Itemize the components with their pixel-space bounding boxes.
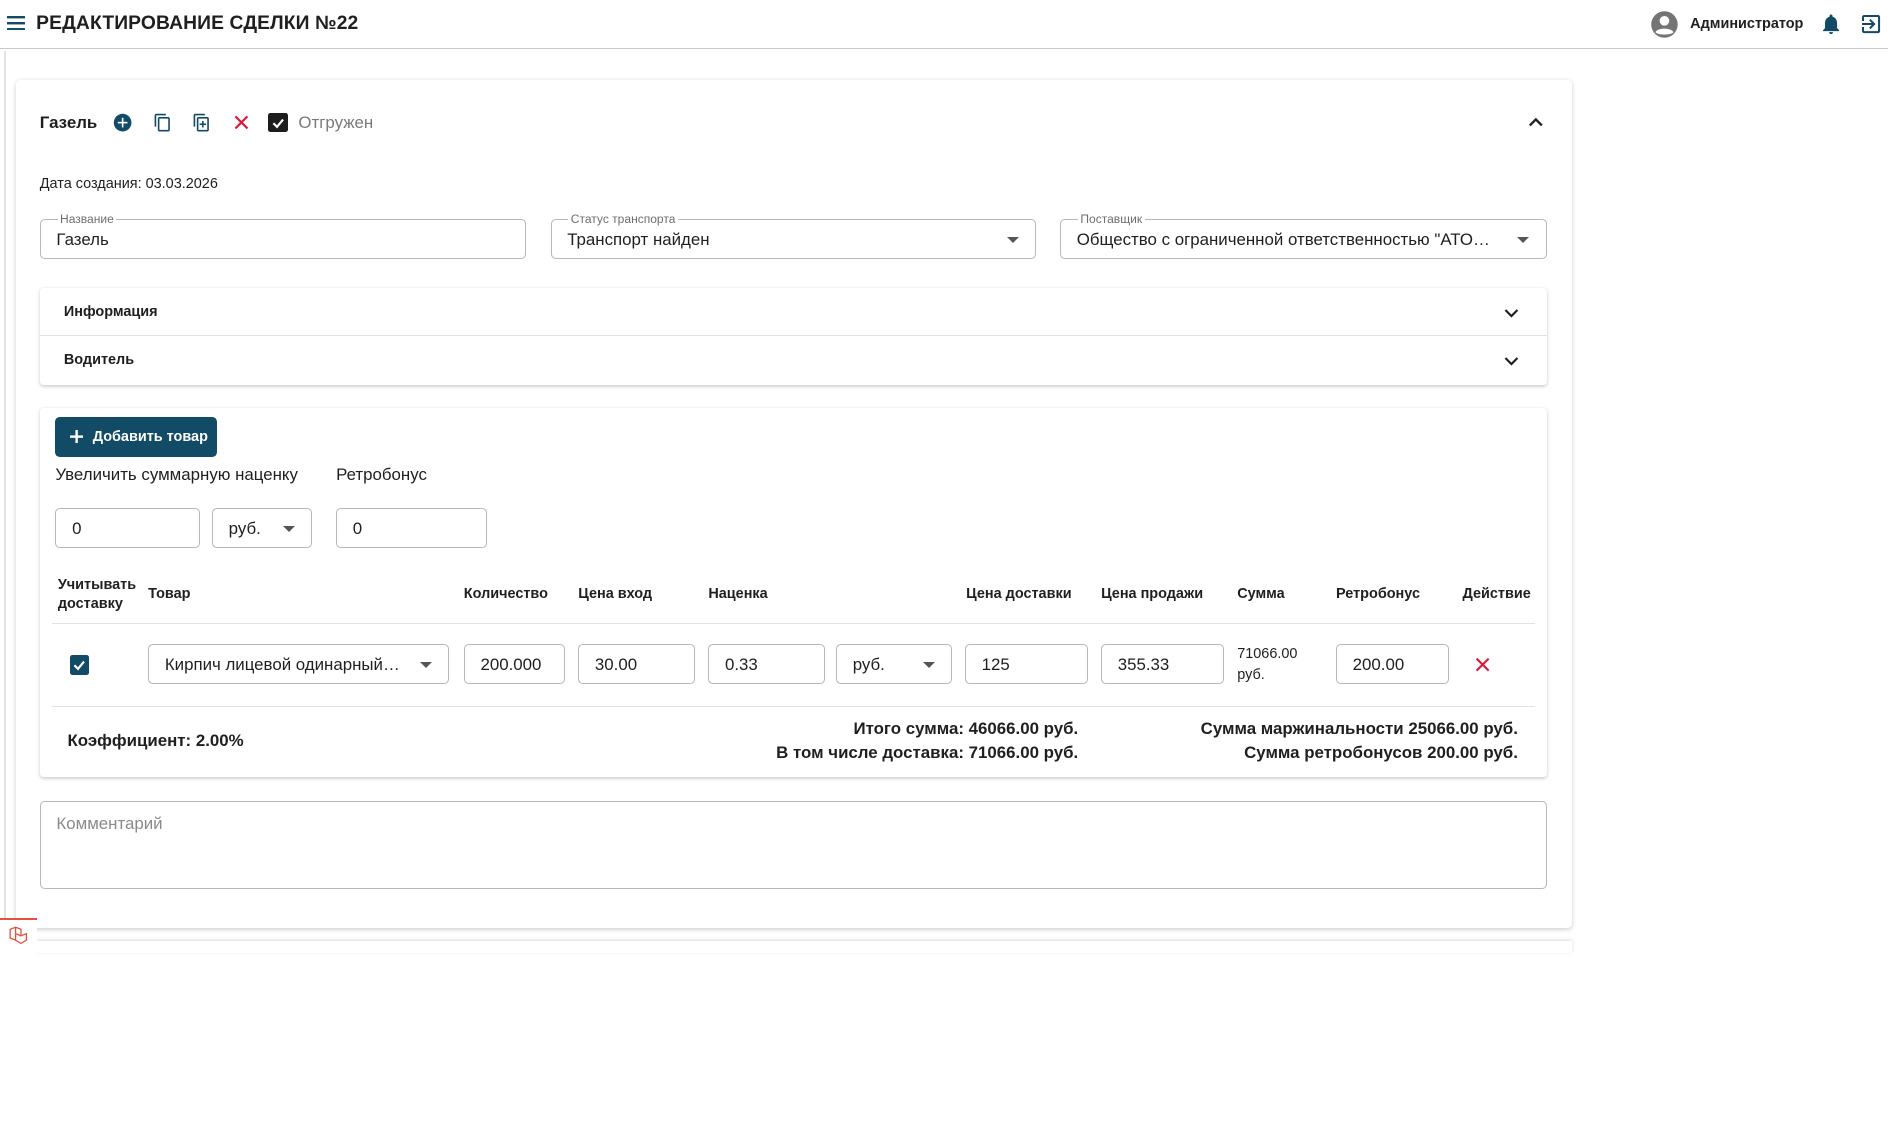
product-value: Кирпич лицевой одинарный М150 bbox=[164, 655, 401, 675]
shipped-checkbox[interactable] bbox=[268, 113, 288, 133]
col-markup: Наценка bbox=[708, 586, 768, 603]
plus-icon bbox=[69, 430, 84, 444]
supplier-select[interactable]: Поставщик Общество с ограниченной ответс… bbox=[1060, 211, 1547, 259]
user-menu[interactable]: Администратор bbox=[1650, 10, 1803, 39]
chevron-up-icon[interactable] bbox=[1525, 111, 1547, 133]
markup-label: Увеличить суммарную наценку bbox=[55, 464, 298, 484]
add-circle-icon[interactable] bbox=[109, 110, 136, 137]
total-sum: Итого сумма: 46066.00 руб. bbox=[853, 719, 1079, 739]
name-field-label: Название bbox=[57, 211, 117, 227]
account-icon bbox=[1651, 10, 1679, 38]
col-price-in: Цена вход bbox=[578, 586, 653, 603]
comment-textarea[interactable]: Комментарий bbox=[39, 801, 1547, 890]
chevron-down-icon bbox=[1505, 308, 1519, 318]
retrobonus-sum: Сумма ретробонусов 200.00 руб. bbox=[1244, 743, 1518, 763]
delete-icon[interactable] bbox=[1473, 655, 1492, 674]
quantity-input[interactable]: 200.000 bbox=[463, 644, 565, 685]
caret-down-icon bbox=[282, 526, 295, 533]
price-in-input[interactable]: 30.00 bbox=[578, 644, 696, 685]
sale-price-input[interactable]: 355.33 bbox=[1101, 644, 1224, 685]
logout-icon[interactable] bbox=[1859, 12, 1883, 36]
markup-unit-value: руб. bbox=[228, 518, 261, 538]
accordion-driver-label: Водитель bbox=[63, 352, 135, 369]
user-name: Администратор bbox=[1690, 16, 1804, 33]
accordion-info[interactable]: Информация bbox=[39, 288, 1547, 337]
goods-panel: Добавить товар Увеличить суммарную нацен… bbox=[39, 408, 1547, 777]
shipment-name: Газель bbox=[39, 112, 98, 132]
row-sum: 71066.00 руб. bbox=[1237, 646, 1298, 683]
transport-status-select[interactable]: Статус транспорта Транспорт найден bbox=[550, 211, 1037, 259]
quantity-value: 200.000 bbox=[480, 655, 542, 675]
menu-icon[interactable] bbox=[7, 15, 26, 31]
add-product-button[interactable]: Добавить товар bbox=[55, 416, 217, 457]
accordion-driver[interactable]: Водитель bbox=[40, 336, 1547, 384]
delivery-price-input[interactable]: 125 bbox=[964, 644, 1088, 685]
left-rule bbox=[3, 50, 7, 945]
comment-placeholder: Комментарий bbox=[56, 814, 163, 834]
table-divider bbox=[51, 705, 1535, 708]
col-sum: Сумма bbox=[1237, 586, 1285, 603]
add-product-label: Добавить товар bbox=[92, 428, 208, 445]
markup-row-input[interactable]: 0.33 bbox=[708, 644, 826, 685]
table-divider bbox=[51, 622, 1535, 624]
delivery-price-value: 125 bbox=[981, 655, 1010, 675]
col-action: Действие bbox=[1462, 586, 1531, 603]
markup-unit-select[interactable]: руб. bbox=[212, 508, 312, 549]
close-icon[interactable] bbox=[229, 110, 256, 137]
transport-status-label: Статус транспорта bbox=[568, 211, 678, 227]
row-retrobonus-input[interactable]: 200.00 bbox=[1336, 644, 1450, 685]
name-field-value: Газель bbox=[56, 229, 109, 249]
shipment-card: Газель Отгружен Дата создания: 03.03.202… bbox=[15, 79, 1573, 928]
price-in-value: 30.00 bbox=[594, 655, 638, 675]
caret-down-icon bbox=[1516, 237, 1529, 244]
transport-status-value: Транспорт найден bbox=[567, 229, 710, 249]
markup-row-unit-select[interactable]: руб. bbox=[836, 644, 952, 685]
markup-row-unit-value: руб. bbox=[852, 655, 885, 675]
coefficient: Коэффициент: 2.00% bbox=[67, 731, 244, 751]
duplicate-icon[interactable] bbox=[189, 110, 216, 137]
sale-price-value: 355.33 bbox=[1117, 655, 1170, 675]
retrobonus-input-value: 0 bbox=[352, 518, 363, 538]
col-retrobonus: Ретробонус bbox=[1336, 586, 1420, 603]
retrobonus-label: Ретробонус bbox=[336, 464, 427, 484]
markup-input[interactable]: 0 bbox=[55, 508, 200, 549]
row-retrobonus-value: 200.00 bbox=[1352, 655, 1405, 675]
delivery-checkbox[interactable] bbox=[69, 655, 90, 675]
delivery-sum: В том числе доставка: 71066.00 руб. bbox=[776, 743, 1079, 763]
created-date: Дата создания: 03.03.2026 bbox=[39, 175, 218, 192]
chevron-down-icon bbox=[1505, 357, 1519, 366]
accordion-info-label: Информация bbox=[63, 303, 158, 320]
page-title: РЕДАКТИРОВАНИЕ СДЕЛКИ №22 bbox=[36, 13, 359, 35]
markup-input-value: 0 bbox=[72, 518, 82, 538]
col-product: Товар bbox=[148, 586, 191, 603]
margin-sum: Сумма маржинальности 25066.00 руб. bbox=[1200, 719, 1518, 739]
col-sale-price: Цена продажи bbox=[1101, 586, 1204, 603]
col-delivery-price: Цена доставки bbox=[966, 586, 1072, 603]
copy-icon[interactable] bbox=[149, 110, 176, 137]
shipment-header: Газель Отгружен bbox=[40, 110, 373, 137]
supplier-label: Поставщик bbox=[1077, 211, 1145, 227]
col-delivery: Учитывать доставку bbox=[57, 576, 137, 613]
accordion: Информация Водитель bbox=[39, 287, 1547, 386]
caret-down-icon bbox=[922, 662, 935, 669]
shipped-label: Отгружен bbox=[298, 112, 374, 132]
top-bar: РЕДАКТИРОВАНИЕ СДЕЛКИ №22 Администратор bbox=[0, 0, 1888, 50]
name-field[interactable]: Название Газель bbox=[39, 211, 527, 259]
retrobonus-input[interactable]: 0 bbox=[336, 508, 487, 549]
col-quantity: Количество bbox=[463, 586, 548, 603]
bell-icon[interactable] bbox=[1819, 12, 1843, 36]
caret-down-icon bbox=[420, 662, 433, 669]
supplier-value: Общество с ограниченной ответственностью… bbox=[1076, 229, 1494, 249]
caret-down-icon bbox=[1006, 237, 1019, 244]
markup-row-value: 0.33 bbox=[725, 655, 758, 675]
product-select[interactable]: Кирпич лицевой одинарный М150 bbox=[148, 644, 450, 685]
